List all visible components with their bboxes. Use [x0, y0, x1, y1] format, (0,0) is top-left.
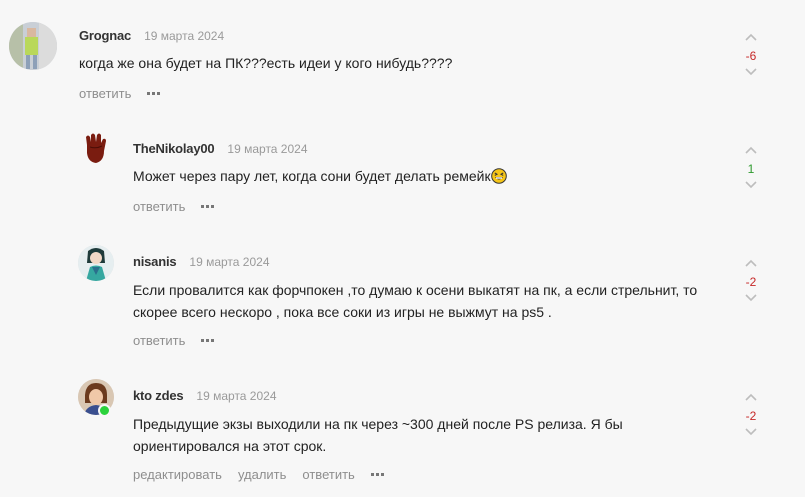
- comment-text-line: Предыдущие экзы выходили на пк через ~30…: [133, 416, 623, 432]
- author-name[interactable]: nisanis: [133, 254, 177, 269]
- author-name[interactable]: kto zdes: [133, 388, 184, 403]
- comment-text: Может через пару лет, когда сони будет д…: [133, 168, 491, 184]
- reply-button[interactable]: ответить: [79, 86, 131, 101]
- upvote-chevron-up-icon[interactable]: [741, 146, 761, 160]
- upvote-chevron-up-icon[interactable]: [741, 393, 761, 407]
- comment-text-line: скорее всего нескоро , пока все соки из …: [133, 304, 552, 320]
- upvote-chevron-up-icon[interactable]: [741, 33, 761, 47]
- avatar[interactable]: [78, 131, 114, 167]
- more-options-icon[interactable]: [201, 339, 215, 342]
- comment-text-line: ориентировался на этот срок.: [133, 438, 327, 454]
- comment-score: -6: [745, 49, 757, 63]
- anime-character-avatar-icon: [78, 245, 114, 281]
- more-options-icon[interactable]: [201, 205, 215, 208]
- comment-text-line: когда же она будет на ПК???есть идеи у к…: [79, 55, 453, 71]
- edit-button[interactable]: редактировать: [133, 467, 222, 482]
- more-options-icon[interactable]: [147, 92, 161, 95]
- avatar[interactable]: [9, 22, 57, 70]
- avatar[interactable]: [78, 245, 114, 281]
- comment-text-line: Может через пару лет, когда сони будет д…: [133, 165, 507, 187]
- comment-score: -2: [745, 275, 757, 289]
- glove-avatar-icon: [78, 131, 114, 167]
- comment-date[interactable]: 19 марта 2024: [189, 255, 269, 269]
- downvote-chevron-down-icon[interactable]: [741, 294, 761, 308]
- comment-date[interactable]: 19 марта 2024: [227, 142, 307, 156]
- author-name[interactable]: TheNikolay00: [133, 141, 215, 156]
- comment-score: -2: [745, 409, 757, 423]
- user-photo-avatar-icon: [9, 22, 57, 70]
- reply-button[interactable]: ответить: [133, 333, 185, 348]
- downvote-chevron-down-icon[interactable]: [741, 181, 761, 195]
- grinning-squint-emoji-icon: [490, 168, 507, 184]
- delete-button[interactable]: удалить: [238, 467, 286, 482]
- more-options-icon[interactable]: [370, 473, 384, 476]
- comment-date[interactable]: 19 марта 2024: [196, 389, 276, 403]
- comment-date[interactable]: 19 марта 2024: [144, 29, 224, 43]
- comment-text-line: Если провалится как форчпокен ,то думаю …: [133, 282, 698, 298]
- reply-button[interactable]: ответить: [302, 467, 354, 482]
- comment-score: 1: [747, 162, 755, 176]
- online-status-indicator: [98, 404, 111, 417]
- downvote-chevron-down-icon[interactable]: [741, 68, 761, 82]
- upvote-chevron-up-icon[interactable]: [741, 259, 761, 273]
- reply-button[interactable]: ответить: [133, 199, 185, 214]
- author-name[interactable]: Grognac: [79, 28, 131, 43]
- downvote-chevron-down-icon[interactable]: [741, 428, 761, 442]
